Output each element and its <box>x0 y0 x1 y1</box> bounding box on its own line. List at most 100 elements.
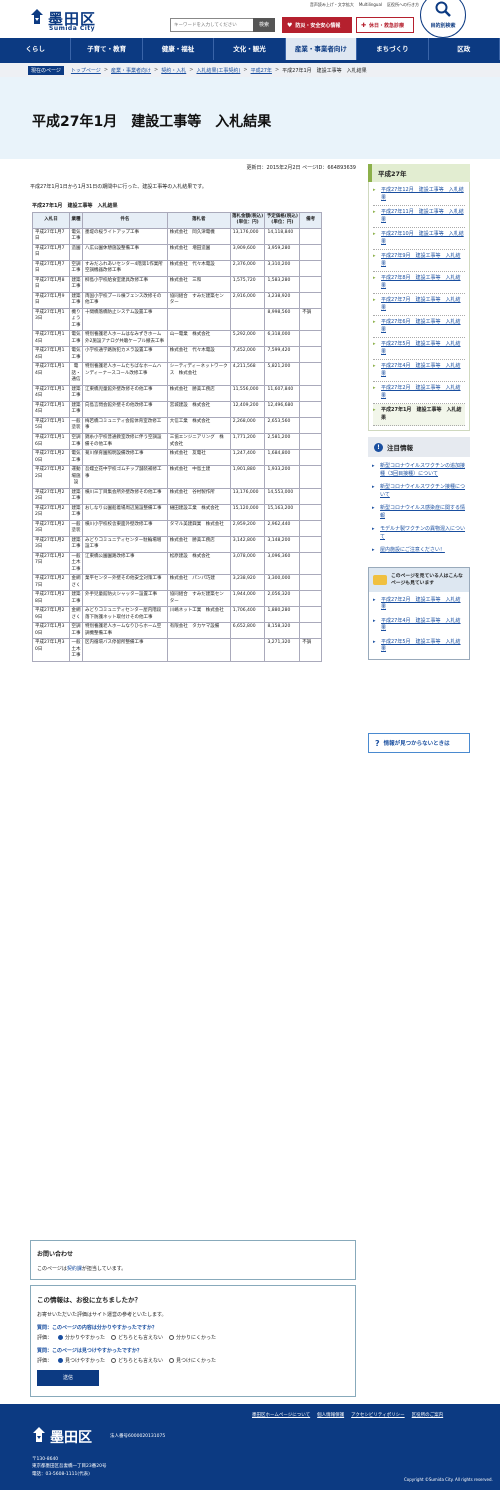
cell-subject: 江東橋公園園路改修工事 <box>81 551 168 576</box>
footer-link-about[interactable]: 墨田区ホームページについて <box>252 1412 310 1418</box>
cell-planned-price: 14,553,000 <box>264 487 301 505</box>
util-link-access[interactable]: 区役所への行き方 <box>387 2 419 8</box>
cell-winner: 協同組合 すみだ建築センター <box>166 291 231 309</box>
attention-link[interactable]: 新型コロナウイルスワクチン接種について <box>372 481 466 502</box>
nav-item-education[interactable]: 子育て・教育 <box>71 38 143 60</box>
cell-type: 電気工事 <box>68 346 83 364</box>
cell-winner: 株式会社 岡久津電機 <box>166 227 231 245</box>
radio-hard-to-find[interactable]: 見つけにくかった <box>169 1357 216 1364</box>
site-header: 墨田区 Sumida City 音声読み上げ・文字拡大 Multilingual… <box>0 0 500 38</box>
purpose-search-button[interactable]: 目的別検索 <box>420 0 466 38</box>
related-page-link[interactable]: 平成27年4月 建設工事等 入札結果 <box>373 615 465 636</box>
table-row: 平成27年1月23日 一般塗装 横川小学校校舎東面外壁改修工事 タマル美建興業 株式会… <box>32 519 322 537</box>
breadcrumb-link-top[interactable]: トップページ <box>71 67 101 74</box>
attention-link[interactable]: モデルナ製ワクチンの異物混入について <box>372 523 466 544</box>
util-link-multilingual[interactable]: Multilingual <box>359 2 382 8</box>
related-page-link[interactable]: 平成27年2月 建設工事等 入札結果 <box>373 594 465 615</box>
cell-subject: 向島言問会館外壁その他改修工事 <box>81 400 168 418</box>
sidebar-month-link[interactable]: 平成27年12月 建設工事等 入札結果 <box>373 184 465 206</box>
cell-subject: 八広公園休憩施設整備工事 <box>81 243 168 261</box>
cell-planned-price: 6,318,000 <box>264 330 301 348</box>
radio-easy-to-find[interactable]: 見つけやすかった <box>58 1357 105 1364</box>
sidebar-month-link[interactable]: 平成27年10月 建設工事等 入札結果 <box>373 228 465 250</box>
cell-winner: 松原建設 株式会社 <box>166 551 231 576</box>
cell-award-amount: 4,211,568 <box>229 362 266 386</box>
sidebar-month-link[interactable]: 平成27年4月 建設工事等 入札結果 <box>373 360 465 382</box>
search-button[interactable]: 検索 <box>253 18 275 32</box>
util-link-accessibility[interactable]: 音声読み上げ・文字拡大 <box>310 2 354 8</box>
breadcrumb-here-label: 現在のページ <box>28 65 64 75</box>
survey-submit-button[interactable]: 送信 <box>37 1370 99 1386</box>
cell-planned-price: 1,933,200 <box>264 465 301 489</box>
search-input[interactable] <box>171 19 253 31</box>
sidebar-month-link[interactable]: 平成27年11月 建設工事等 入札結果 <box>373 206 465 228</box>
breadcrumb-link-contract[interactable]: 契約・入札 <box>161 67 186 74</box>
cell-award-amount: 3,909,600 <box>229 243 266 261</box>
sidebar-month-link[interactable]: 平成27年1月 建設工事等 入札結果 <box>373 404 465 426</box>
cell-date: 平成27年1月9日 <box>32 291 70 309</box>
help-link[interactable]: ? 情報が見つからないときは <box>368 733 470 753</box>
cell-date: 平成27年1月13日 <box>32 307 70 332</box>
nav-item-government[interactable]: 区政 <box>429 38 500 60</box>
sidebar-month-link[interactable]: 平成27年8月 建設工事等 入札結果 <box>373 272 465 294</box>
page-meta: 更新日：2015年2月2日 ページID：664893639 <box>246 165 356 171</box>
sidebar-month-link[interactable]: 平成27年9月 建設工事等 入札結果 <box>373 250 465 272</box>
cell-winner: 川嶋ネット工業 株式会社 <box>166 606 231 624</box>
attention-link[interactable]: 新型コロナウイルスワクチンの追加接種（3回目接種）について <box>372 460 466 481</box>
cell-planned-price: 11,607,840 <box>264 384 301 402</box>
related-page-link[interactable]: 平成27年5月 建設工事等 入札結果 <box>373 636 465 657</box>
table-row: 平成27年1月27日 金網さく 業平センター外壁その他安全対策工事 株式会社 パンパ巧… <box>32 574 322 592</box>
cell-subject: 柳島小学校給食室建具改修工事 <box>81 275 168 293</box>
sidebar-month-link[interactable]: 平成27年2月 建設工事等 入札結果 <box>373 382 465 404</box>
cell-subject: 十間橋落橋防止システム設置工事 <box>81 307 168 332</box>
search-box: 検索 <box>170 18 275 32</box>
cell-winner: 株式会社 代々木電設 <box>166 259 231 277</box>
sidebar-month-link[interactable]: 平成27年6月 建設工事等 入札結果 <box>373 316 465 338</box>
table-title: 平成27年1月 建設工事等 入札結果 <box>32 203 118 209</box>
purpose-search-label: 目的別検索 <box>430 23 456 29</box>
nav-item-town[interactable]: まちづくり <box>357 38 429 60</box>
disaster-info-button[interactable]: ♥ 防災・安全安心情報 <box>282 17 352 33</box>
col-header-planned-price: 予定価格(税込)(単位：円) <box>264 212 301 229</box>
attention-link[interactable]: 新型コロナウイルス感染症に関する情報 <box>372 502 466 523</box>
table-row: 平成27年1月20日 電気工事 菊川保育園照明設備改修工事 株式会社 友電社 1,247… <box>32 449 322 467</box>
site-logo[interactable]: 墨田区 Sumida City <box>8 6 98 32</box>
attention-link[interactable]: 屋内施設にご注意ください！ <box>372 544 466 558</box>
radio-neutral[interactable]: どちらとも言えない <box>111 1334 163 1341</box>
cell-date: 平成27年1月23日 <box>32 535 70 553</box>
cell-type: 建築工事 <box>68 275 83 293</box>
radio-clear[interactable]: 分かりやすかった <box>58 1334 105 1341</box>
table-row: 平成27年1月15日 一般塗装 梅若橋コミュニティ会館体育室改修工事 大信工業 株式会… <box>32 416 322 435</box>
sidebar-month-link[interactable]: 平成27年5月 建設工事等 入札結果 <box>373 338 465 360</box>
footer-link-accessibility[interactable]: アクセシビリティポリシー <box>351 1412 405 1418</box>
table-row: 平成27年1月7日 造園 八広公園休憩施設整備工事 株式会社 増田造園 3,909,60… <box>32 243 322 261</box>
holiday-clinic-button[interactable]: ✚ 休日・救急診療 <box>356 17 414 33</box>
breadcrumb-link-year[interactable]: 平成27年 <box>251 67 272 74</box>
breadcrumb-link-business[interactable]: 産業・事業者向け <box>111 67 151 74</box>
cell-date: 平成27年1月23日 <box>32 519 70 537</box>
contact-text: このページは契約課が担当しています。 <box>37 1266 127 1272</box>
cell-award-amount: 1,247,400 <box>229 449 266 467</box>
radio-unclear[interactable]: 分かりにくかった <box>169 1334 216 1341</box>
footer-link-privacy[interactable]: 個人情報保護 <box>317 1412 344 1418</box>
radio-neutral-find[interactable]: どちらとも言えない <box>111 1357 163 1364</box>
cell-award-amount: 1,901,880 <box>229 465 266 489</box>
cell-winner: 有限会社 タカヤマ設備 <box>166 622 231 640</box>
cell-award-amount: 3,238,920 <box>229 574 266 592</box>
exclamation-icon: ! <box>374 442 383 452</box>
related-pages-heading: このページを見ている人はこんなページも見ています <box>369 567 469 592</box>
contact-department-link[interactable]: 契約課 <box>67 1266 82 1272</box>
nav-item-health[interactable]: 健康・福祉 <box>143 38 215 60</box>
footer-link-office[interactable]: 区役所のご案内 <box>412 1412 444 1418</box>
cell-subject: 錦糸小学校普通教室改修に伴う空調設備その他工事 <box>81 432 168 451</box>
nav-item-culture[interactable]: 文化・観光 <box>214 38 286 60</box>
nav-item-business[interactable]: 産業・事業者向け <box>285 38 358 60</box>
utility-links: 音声読み上げ・文字拡大 Multilingual 区役所への行き方 サイトマップ <box>226 2 448 8</box>
cell-notes <box>299 519 322 537</box>
cell-subject: 吾嬬立花中学校ゴムチップ舗装補修工事 <box>81 465 168 489</box>
cell-subject: 菊川保育園照明設備改修工事 <box>81 449 168 467</box>
nav-item-living[interactable]: くらし <box>0 38 72 60</box>
cell-planned-price: 12,496,680 <box>264 400 301 418</box>
breadcrumb-link-results[interactable]: 入札結果(工事契約) <box>196 67 240 74</box>
sidebar-month-link[interactable]: 平成27年7月 建設工事等 入札結果 <box>373 294 465 316</box>
